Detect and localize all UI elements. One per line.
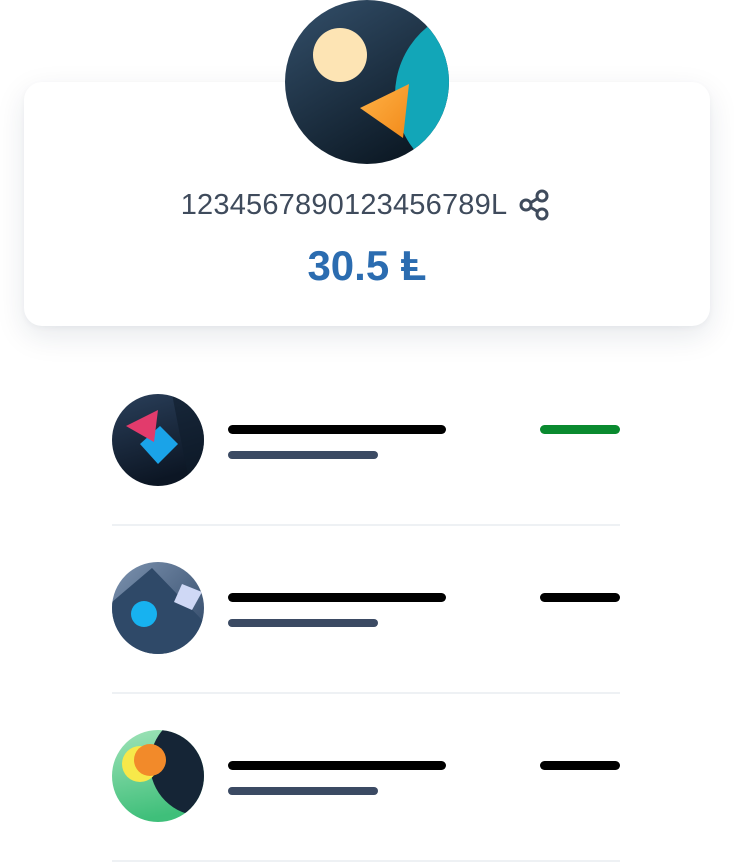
transaction-list (112, 358, 620, 862)
transaction-row[interactable] (112, 526, 620, 694)
transaction-amount-incoming-placeholder (540, 425, 620, 434)
transaction-avatar-icon (112, 394, 204, 486)
transaction-row[interactable] (112, 358, 620, 526)
transaction-amount-outgoing-placeholder (540, 593, 620, 602)
transaction-subtitle-placeholder (228, 451, 378, 459)
transaction-row[interactable] (112, 694, 620, 862)
transaction-title-placeholder (228, 425, 446, 434)
address-row: 1234567890123456789L (0, 186, 734, 224)
transaction-avatar-icon (112, 562, 204, 654)
transaction-subtitle-placeholder (228, 619, 378, 627)
transaction-avatar-icon (112, 730, 204, 822)
transaction-title-placeholder (228, 761, 446, 770)
share-icon[interactable] (515, 186, 553, 224)
transaction-title-placeholder (228, 593, 446, 602)
account-address: 1234567890123456789L (180, 188, 508, 221)
account-avatar-icon (285, 0, 449, 164)
account-balance: 30.5 Ⱡ (307, 242, 427, 289)
transaction-subtitle-placeholder (228, 787, 378, 795)
transaction-amount-outgoing-placeholder (540, 761, 620, 770)
